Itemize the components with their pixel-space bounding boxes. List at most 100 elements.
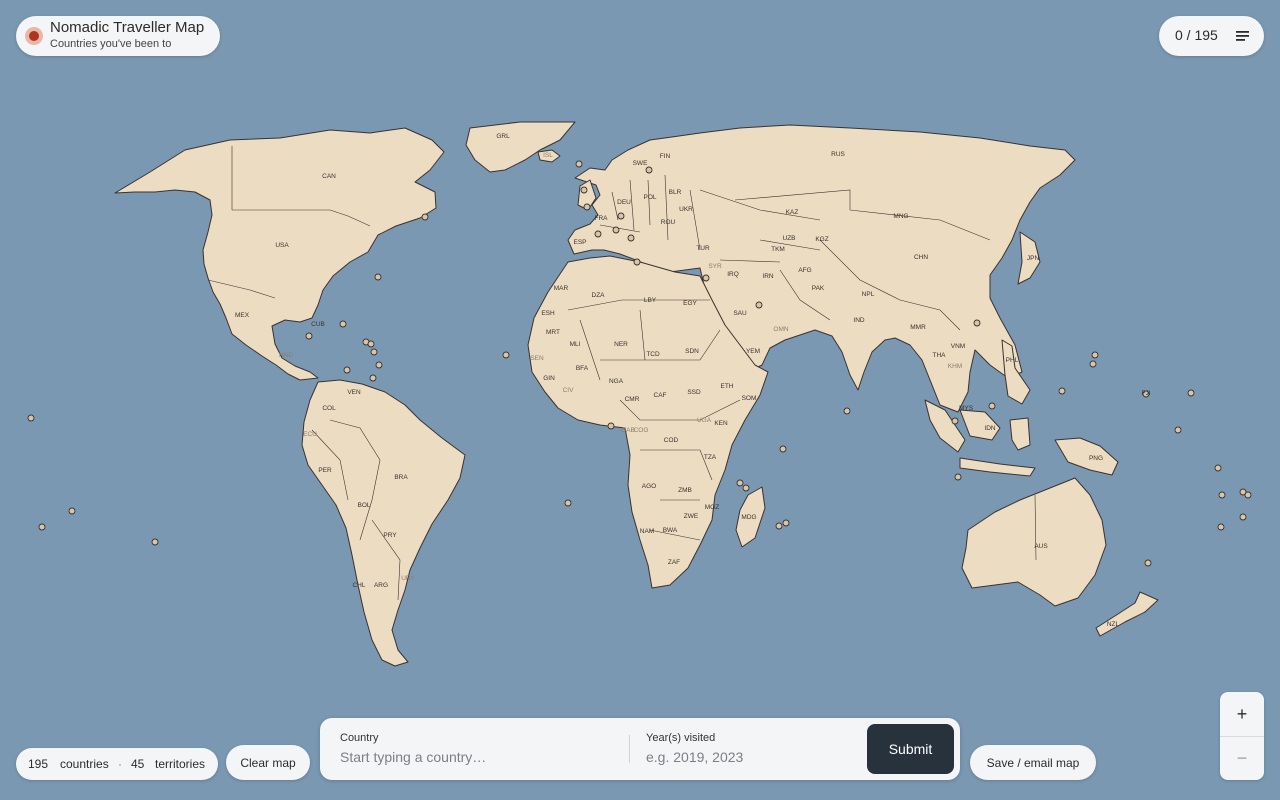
island-marker[interactable] xyxy=(1058,387,1066,395)
landmass-australia[interactable] xyxy=(961,477,1107,607)
country-code-label[interactable]: ZAF xyxy=(668,559,680,566)
country-code-label[interactable]: CHN xyxy=(914,254,928,261)
country-code-label[interactable]: VNM xyxy=(951,343,965,350)
island-marker[interactable] xyxy=(1187,389,1195,397)
island-marker[interactable] xyxy=(564,499,572,507)
country-code-label[interactable]: IND xyxy=(853,317,865,324)
island-marker[interactable] xyxy=(38,523,46,531)
landmass-south-america[interactable] xyxy=(301,379,466,667)
island-marker[interactable] xyxy=(633,258,641,266)
island-marker[interactable] xyxy=(951,417,959,425)
country-code-label[interactable]: CAF xyxy=(654,392,667,399)
country-code-label[interactable]: GIN xyxy=(543,375,555,382)
hamburger-menu-icon[interactable] xyxy=(1236,30,1249,42)
island-marker[interactable] xyxy=(375,361,383,369)
country-code-label[interactable]: HND xyxy=(279,352,293,359)
country-code-label[interactable]: BOL xyxy=(357,502,370,509)
island-marker[interactable] xyxy=(782,519,790,527)
country-code-label[interactable]: FRA xyxy=(595,215,609,222)
country-code-label[interactable]: SEN xyxy=(530,355,544,362)
country-code-label[interactable]: ECU xyxy=(303,431,317,438)
country-code-label[interactable]: BWA xyxy=(663,527,678,534)
country-code-label[interactable]: LBY xyxy=(644,297,657,304)
country-code-label[interactable]: ETH xyxy=(721,383,734,390)
country-code-label[interactable]: MYS xyxy=(959,405,974,412)
island-marker[interactable] xyxy=(305,332,313,340)
country-code-label[interactable]: ESH xyxy=(541,310,555,317)
country-code-label[interactable]: GAB xyxy=(621,427,635,434)
country-code-label[interactable]: CUB xyxy=(311,321,325,328)
island-marker[interactable] xyxy=(421,213,429,221)
country-code-label[interactable]: KEN xyxy=(714,420,728,427)
island-marker[interactable] xyxy=(988,402,996,410)
country-code-label[interactable]: GRL xyxy=(496,133,510,140)
counter-menu-button[interactable]: 0 / 195 xyxy=(1159,16,1264,56)
island-marker[interactable] xyxy=(370,348,378,356)
island-marker[interactable] xyxy=(502,351,510,359)
country-code-label[interactable]: BFA xyxy=(576,365,589,372)
island-marker[interactable] xyxy=(742,484,750,492)
country-code-label[interactable]: TCD xyxy=(646,351,660,358)
island-marker[interactable] xyxy=(843,407,851,415)
country-code-label[interactable]: MAR xyxy=(554,285,569,292)
island-marker[interactable] xyxy=(779,445,787,453)
island-marker[interactable] xyxy=(374,273,382,281)
country-code-label[interactable]: OMN xyxy=(773,326,788,333)
country-code-label[interactable]: RUS xyxy=(831,151,845,158)
save-email-map-button[interactable]: Save / email map xyxy=(970,745,1096,780)
country-code-label[interactable]: JPN xyxy=(1027,255,1040,262)
landmass-indonesia[interactable] xyxy=(924,399,1036,477)
zoom-out-button[interactable]: − xyxy=(1220,736,1264,780)
zoom-in-button[interactable]: + xyxy=(1220,692,1264,736)
country-code-label[interactable]: FIN xyxy=(660,153,671,160)
country-code-label[interactable]: SSD xyxy=(687,389,701,396)
island-marker[interactable] xyxy=(954,473,962,481)
island-marker[interactable] xyxy=(343,366,351,374)
country-code-label[interactable]: ISL xyxy=(543,152,553,159)
country-code-label[interactable]: DEU xyxy=(617,199,631,206)
island-marker[interactable] xyxy=(1144,559,1152,567)
country-code-label[interactable]: DZA xyxy=(592,292,606,299)
island-marker[interactable] xyxy=(702,274,710,282)
country-code-label[interactable]: CMR xyxy=(625,396,640,403)
country-code-label[interactable]: YEM xyxy=(746,348,760,355)
island-marker[interactable] xyxy=(151,538,159,546)
country-code-label[interactable]: PER xyxy=(318,467,332,474)
country-code-label[interactable]: CIV xyxy=(563,387,575,394)
country-code-label[interactable]: ROU xyxy=(661,219,676,226)
country-code-label[interactable]: THA xyxy=(933,352,947,359)
country-code-label[interactable]: FJI xyxy=(1141,390,1150,397)
island-marker[interactable] xyxy=(645,166,653,174)
country-code-label[interactable]: PHL xyxy=(1006,357,1019,364)
island-marker[interactable] xyxy=(775,522,783,530)
island-marker[interactable] xyxy=(1239,513,1247,521)
country-code-label[interactable]: IDN xyxy=(984,425,996,432)
island-marker[interactable] xyxy=(1174,426,1182,434)
country-code-label[interactable]: ZWE xyxy=(684,513,699,520)
country-code-label[interactable]: AGO xyxy=(642,483,656,490)
country-input[interactable] xyxy=(340,746,610,768)
island-marker[interactable] xyxy=(627,234,635,242)
country-code-label[interactable]: VEN xyxy=(347,389,361,396)
country-code-label[interactable]: COL xyxy=(322,405,336,412)
country-code-label[interactable]: CHL xyxy=(352,582,365,589)
country-code-label[interactable]: UGA xyxy=(697,417,712,424)
island-marker[interactable] xyxy=(68,507,76,515)
landmass-greenland[interactable] xyxy=(465,121,576,173)
island-marker[interactable] xyxy=(973,319,981,327)
country-code-label[interactable]: ESP xyxy=(573,239,586,246)
island-marker[interactable] xyxy=(339,320,347,328)
country-code-label[interactable]: POL xyxy=(643,194,656,201)
island-marker[interactable] xyxy=(583,203,591,211)
country-code-label[interactable]: KHM xyxy=(948,363,962,370)
island-marker[interactable] xyxy=(367,340,375,348)
island-marker[interactable] xyxy=(736,479,744,487)
country-code-label[interactable]: AUS xyxy=(1034,543,1048,550)
island-marker[interactable] xyxy=(594,230,602,238)
country-code-label[interactable]: NZL xyxy=(1107,621,1120,628)
country-code-label[interactable]: PAK xyxy=(812,285,825,292)
island-marker[interactable] xyxy=(617,212,625,220)
country-code-label[interactable]: MRT xyxy=(546,329,560,336)
country-code-label[interactable]: SYR xyxy=(708,263,722,270)
country-code-label[interactable]: SWE xyxy=(633,160,648,167)
